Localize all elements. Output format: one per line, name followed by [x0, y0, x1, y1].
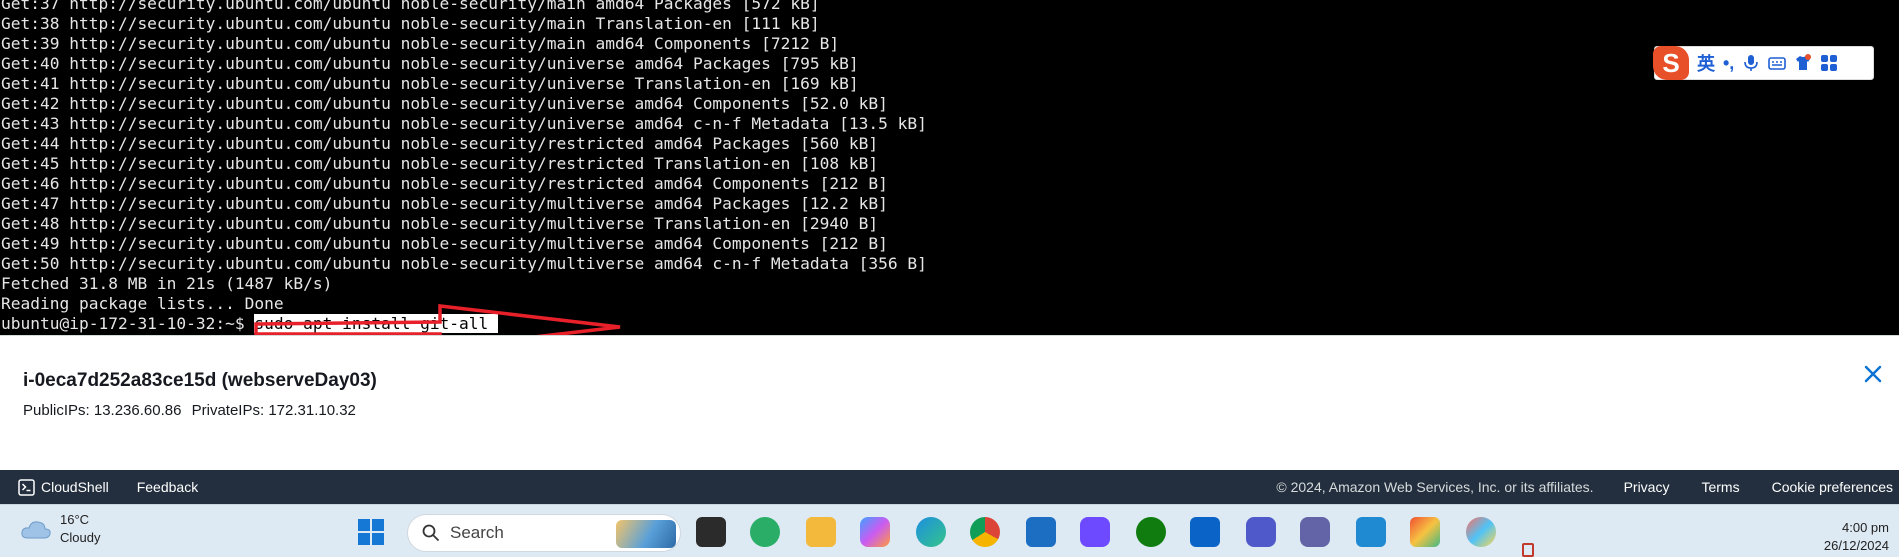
- close-icon[interactable]: [1861, 362, 1885, 386]
- store-icon[interactable]: [1026, 517, 1056, 547]
- public-ips: PublicIPs: 13.236.60.86: [23, 402, 182, 419]
- taskbar-clock[interactable]: 4:00 pm 26/12/2024: [1824, 519, 1889, 555]
- terminal-line: Get:38 http://security.ubuntu.com/ubuntu…: [1, 14, 820, 33]
- terminal-line: Get:49 http://security.ubuntu.com/ubuntu…: [1, 234, 888, 253]
- instance-info-panel: i-0eca7d252a83ce15d (webserveDay03) Publ…: [0, 335, 1899, 470]
- cookie-preferences-link[interactable]: Cookie preferences: [1772, 479, 1893, 495]
- copilot-icon[interactable]: [860, 517, 890, 547]
- terminal-line: Get:45 http://security.ubuntu.com/ubuntu…: [1, 154, 879, 173]
- file-explorer-icon[interactable]: [696, 517, 726, 547]
- terminal-line: Get:42 http://security.ubuntu.com/ubuntu…: [1, 94, 888, 113]
- terminal-output: Get:37 http://security.ubuntu.com/ubuntu…: [1, 0, 927, 334]
- terminal-prompt: ubuntu@ip-172-31-10-32:~$: [1, 314, 255, 333]
- instance-ips: PublicIPs: 13.236.60.86 PrivateIPs: 172.…: [23, 402, 362, 419]
- terminal-line: Get:46 http://security.ubuntu.com/ubuntu…: [1, 174, 888, 193]
- ime-toolbar[interactable]: S 英 •,: [1653, 46, 1874, 80]
- microphone-icon[interactable]: [1742, 54, 1760, 72]
- cloudshell-label: CloudShell: [41, 479, 109, 495]
- terminal-line: Get:47 http://security.ubuntu.com/ubuntu…: [1, 194, 888, 213]
- terminal-line: Get:50 http://security.ubuntu.com/ubuntu…: [1, 254, 927, 273]
- paint-icon[interactable]: [1466, 517, 1496, 547]
- cloudshell-button[interactable]: CloudShell: [18, 478, 109, 496]
- vscode-icon[interactable]: [1356, 517, 1386, 547]
- weather-condition: Cloudy: [60, 530, 101, 545]
- wechat-icon[interactable]: [750, 517, 780, 547]
- clock-time: 4:00 pm: [1842, 520, 1889, 535]
- weather-widget[interactable]: 16°C Cloudy: [20, 511, 100, 547]
- search-icon: [422, 524, 440, 542]
- terminal-line: Get:43 http://security.ubuntu.com/ubuntu…: [1, 114, 927, 133]
- cloudshell-icon: [18, 478, 35, 496]
- git-icon[interactable]: [1410, 517, 1440, 547]
- instance-title: i-0eca7d252a83ce15d (webserveDay03): [23, 370, 377, 391]
- toolbox-grid-icon[interactable]: [1820, 54, 1838, 72]
- outlook-icon[interactable]: [1190, 517, 1220, 547]
- terminal-line: Get:39 http://security.ubuntu.com/ubuntu…: [1, 34, 840, 53]
- terminal[interactable]: Get:37 http://security.ubuntu.com/ubuntu…: [0, 0, 1894, 335]
- teams-icon[interactable]: [1246, 517, 1276, 547]
- edge-icon[interactable]: [916, 517, 946, 547]
- cloud-icon: [21, 521, 51, 539]
- search-highlight-image: [616, 520, 676, 548]
- weather-temperature: 16°C: [60, 512, 90, 527]
- aws-footer: CloudShell Feedback © 2024, Amazon Web S…: [0, 470, 1899, 504]
- clock-date: 26/12/2024: [1823, 538, 1889, 553]
- skin-icon[interactable]: [1794, 54, 1812, 72]
- terminal-line: Get:48 http://security.ubuntu.com/ubuntu…: [1, 214, 879, 233]
- folder-icon[interactable]: [806, 517, 836, 547]
- terminal-line: Get:37 http://security.ubuntu.com/ubuntu…: [1, 0, 820, 13]
- private-ips: PrivateIPs: 172.31.10.32: [191, 402, 356, 419]
- ime-language-toggle[interactable]: 英: [1697, 50, 1715, 76]
- sogou-logo-icon[interactable]: S: [1653, 46, 1689, 80]
- terms-link[interactable]: Terms: [1701, 479, 1739, 495]
- xbox-icon[interactable]: [1136, 517, 1166, 547]
- taskbar-search[interactable]: Search: [407, 514, 681, 552]
- notification-icon[interactable]: [1522, 543, 1534, 557]
- windows-start-icon[interactable]: [358, 519, 384, 545]
- terminal-line: Get:44 http://security.ubuntu.com/ubuntu…: [1, 134, 879, 153]
- terminal-line: Get:41 http://security.ubuntu.com/ubuntu…: [1, 74, 859, 93]
- proton-icon[interactable]: [1080, 517, 1110, 547]
- search-label: Search: [450, 523, 504, 542]
- privacy-link[interactable]: Privacy: [1624, 479, 1670, 495]
- terminal-scrollbar[interactable]: [1889, 0, 1894, 335]
- terminal-line: Get:40 http://security.ubuntu.com/ubuntu…: [1, 54, 859, 73]
- chrome-icon[interactable]: [970, 517, 1000, 547]
- copyright-text: © 2024, Amazon Web Services, Inc. or its…: [1276, 479, 1594, 495]
- keyboard-icon[interactable]: [1768, 54, 1787, 72]
- teams-classic-icon[interactable]: [1300, 517, 1330, 547]
- windows-taskbar: 16°C Cloudy Search 4:00 pm 26/12/2024: [0, 504, 1899, 557]
- footer-links: © 2024, Amazon Web Services, Inc. or its…: [1276, 479, 1893, 495]
- feedback-link[interactable]: Feedback: [137, 479, 198, 495]
- terminal-line: Fetched 31.8 MB in 21s (1487 kB/s): [1, 274, 333, 293]
- ime-punctuation-toggle[interactable]: •,: [1723, 53, 1734, 74]
